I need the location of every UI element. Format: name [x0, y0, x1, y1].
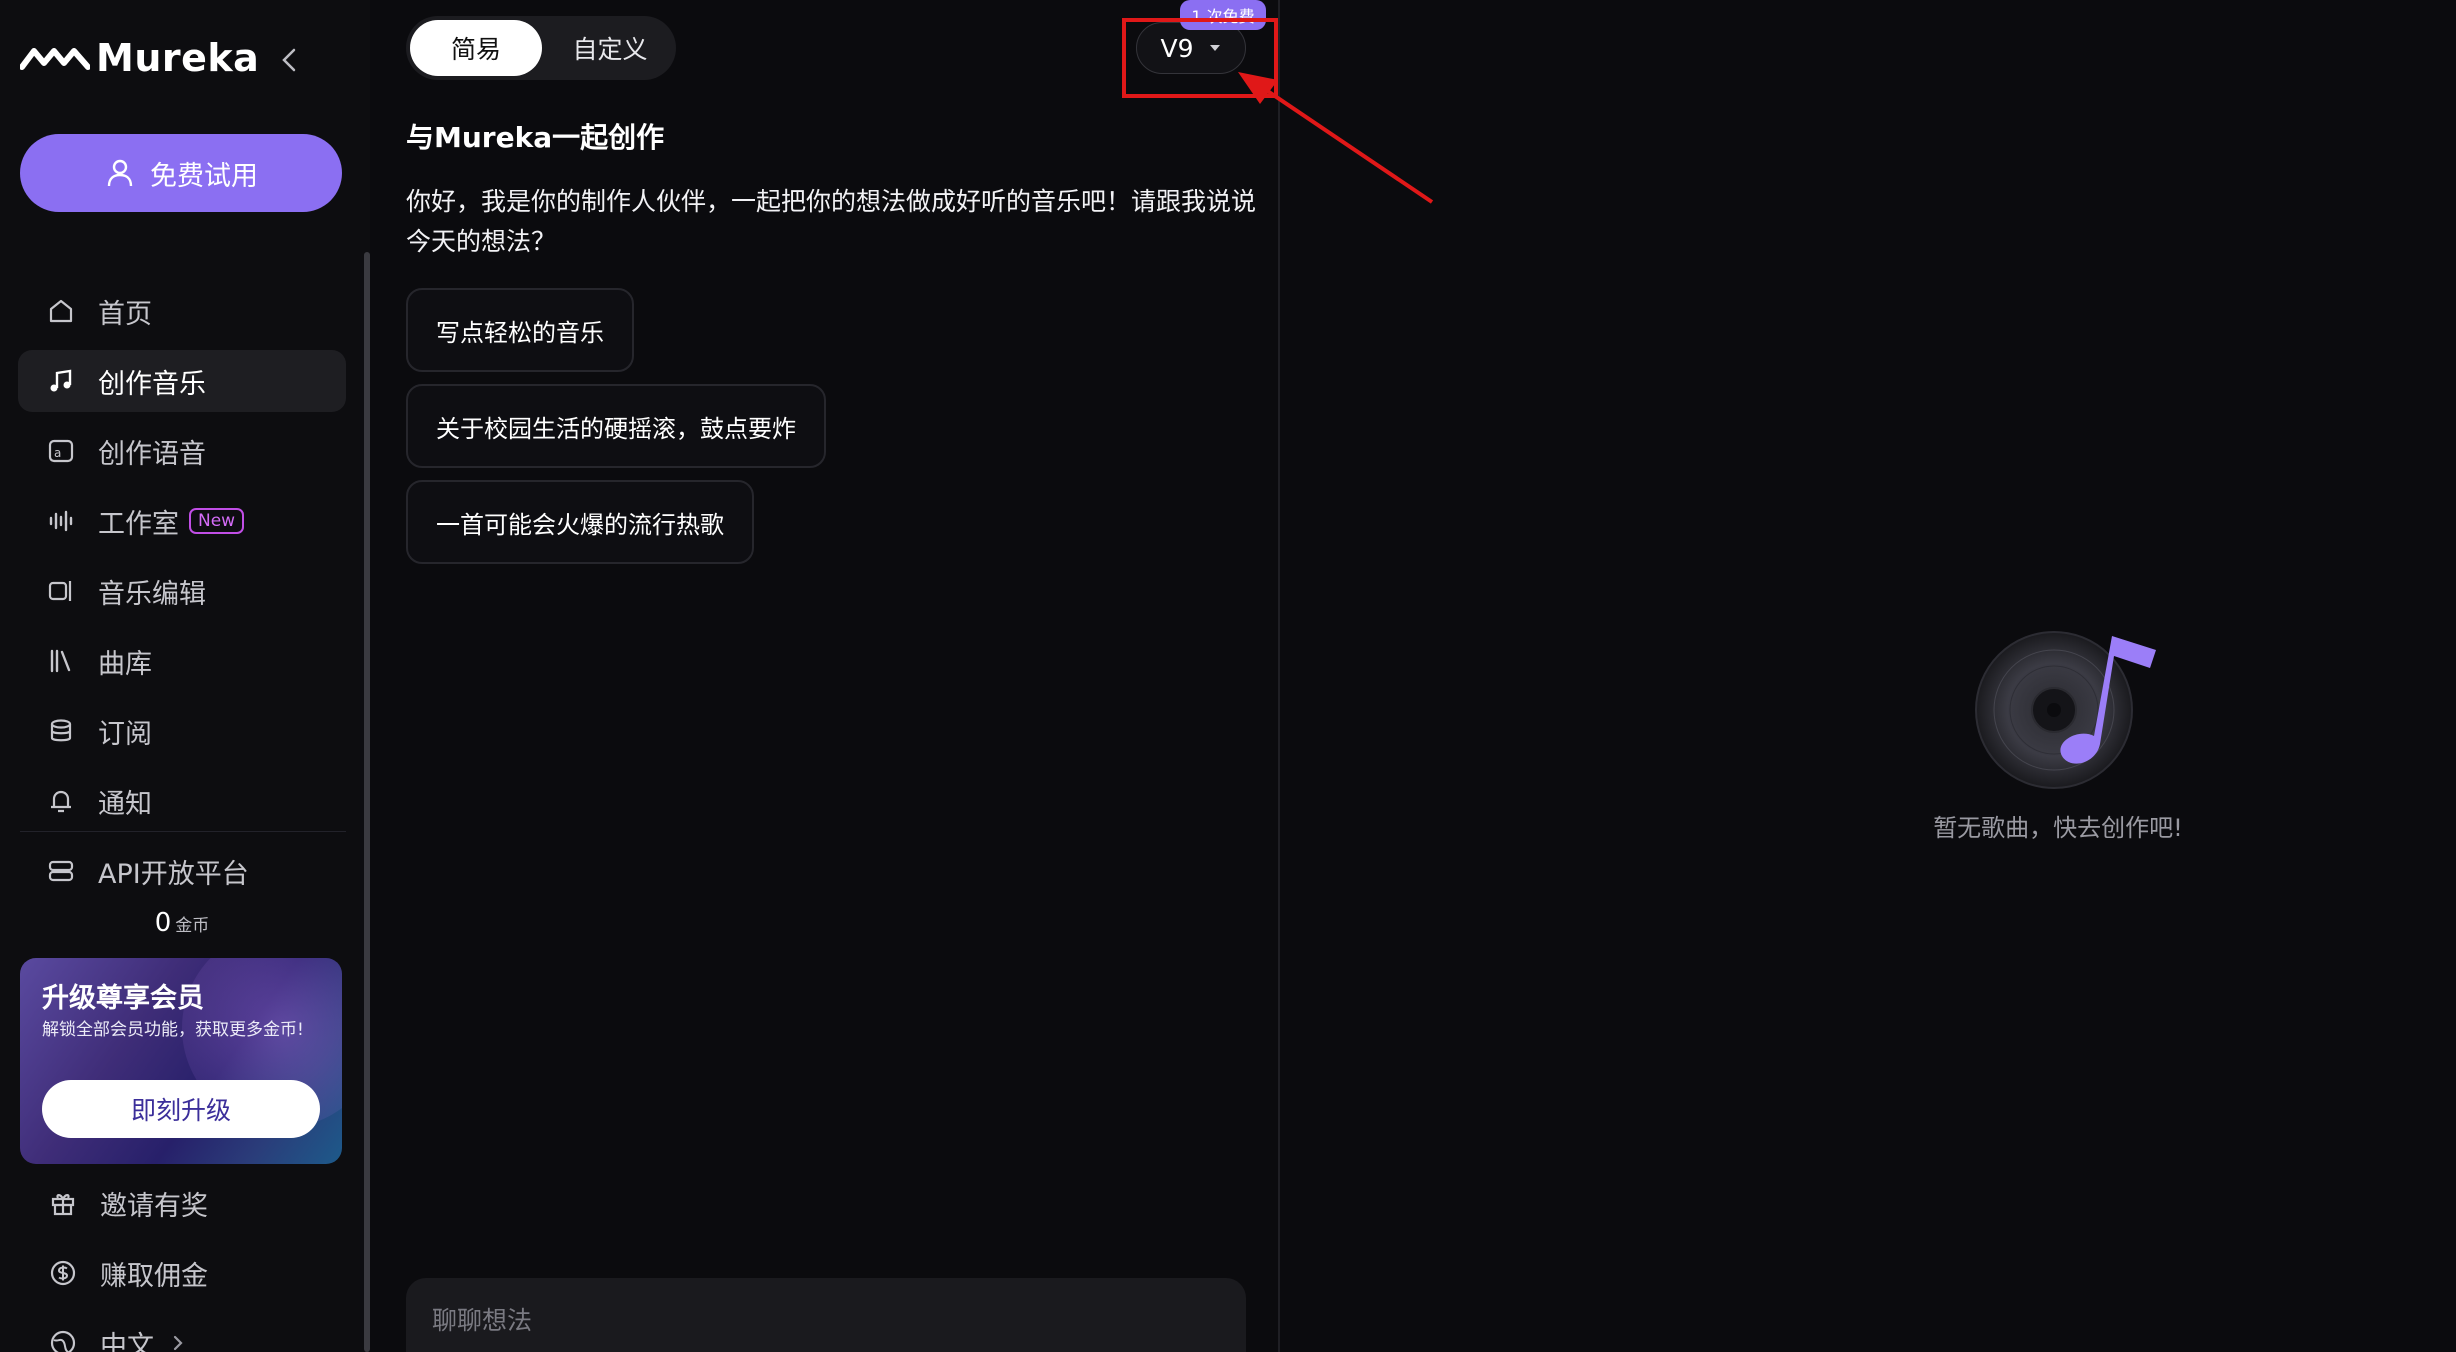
sidebar-item-create-music[interactable]: 创作音乐 — [18, 350, 346, 412]
sidebar-item-music-edit[interactable]: 音乐编辑 — [18, 560, 346, 622]
logo-text: Mureka — [96, 36, 260, 80]
sidebar-item-label: 音乐编辑 — [98, 578, 206, 610]
collapse-sidebar-button[interactable] — [274, 42, 304, 78]
free-trial-button[interactable]: 免费试用 — [20, 134, 342, 212]
language-label: 中文 — [100, 1330, 154, 1352]
song-list-panel: 暂无歌曲，快去创作吧! — [1282, 0, 2456, 1352]
sidebar-item-label: 工作室 — [98, 508, 179, 540]
sidebar-item-label: 通知 — [98, 788, 152, 820]
chat-panel: 简易 自定义 V9 1 次免费 与Mureka一起创作 你好，我是你的制作人伙伴… — [370, 0, 1280, 1352]
music-note-icon — [50, 369, 72, 392]
sidebar-bottom-nav: 邀请有奖 赚取佣金 中文 — [18, 1172, 346, 1352]
sidebar-item-earn-commission[interactable]: 赚取佣金 — [18, 1242, 346, 1304]
suggestion-chip[interactable]: 写点轻松的音乐 — [406, 288, 634, 372]
sidebar-item-api[interactable]: API开放平台 — [18, 840, 346, 902]
coin-count: 0 — [154, 908, 172, 938]
sidebar-item-label: 曲库 — [98, 648, 152, 680]
sidebar-item-label: 邀请有奖 — [100, 1190, 208, 1222]
api-icon — [48, 860, 74, 882]
studio-waveform-icon — [49, 510, 73, 532]
vinyl-music-icon — [1975, 631, 2156, 789]
sidebar-item-label: 赚取佣金 — [100, 1260, 208, 1292]
upgrade-title: 升级尊享会员 — [42, 983, 204, 1014]
chevron-left-icon — [282, 48, 296, 72]
bell-icon — [51, 790, 71, 813]
gift-icon — [51, 1194, 75, 1216]
chat-input-box — [406, 1278, 1246, 1352]
chat-input[interactable] — [432, 1298, 1132, 1342]
new-badge: New — [189, 508, 245, 534]
sidebar-item-create-voice[interactable]: a 创作语音 — [18, 420, 346, 482]
suggestion-chip[interactable]: 一首可能会火爆的流行热歌 — [406, 480, 754, 564]
sidebar-item-label: 订阅 — [98, 718, 152, 750]
mureka-logo-icon — [20, 48, 90, 70]
free-trial-label: 免费试用 — [150, 160, 258, 192]
sidebar-item-label: 首页 — [98, 298, 152, 330]
subscription-icon — [50, 719, 72, 742]
logo[interactable]: Mureka — [20, 36, 259, 80]
coin-unit: 金币 — [175, 916, 210, 936]
svg-text:a: a — [54, 446, 61, 460]
upgrade-card: 升级尊享会员 解锁全部会员功能，获取更多金币! 即刻升级 — [20, 958, 342, 1164]
sidebar-item-subscription[interactable]: 订阅 — [18, 700, 346, 762]
dollar-icon — [50, 1260, 76, 1286]
chat-title: 与Mureka一起创作 — [406, 121, 665, 154]
sidebar-item-home[interactable]: 首页 — [18, 280, 346, 342]
mode-toggle: 简易 自定义 — [406, 16, 676, 80]
sidebar-divider — [20, 831, 346, 832]
mode-simple-tab[interactable]: 简易 — [410, 20, 542, 76]
sidebar: Mureka 免费试用 首页 创作音乐 a 创作语音 工作室 New 音乐编辑 — [0, 0, 370, 1352]
coin-balance: 0 金币 — [0, 908, 364, 938]
home-icon — [49, 299, 73, 323]
sidebar-item-invite[interactable]: 邀请有奖 — [18, 1172, 346, 1234]
sidebar-item-label: 创作音乐 — [98, 368, 206, 400]
sidebar-item-notifications[interactable]: 通知 — [18, 770, 346, 832]
language-selector[interactable]: 中文 — [18, 1312, 346, 1352]
library-icon — [50, 649, 71, 673]
annotation-arrow — [1238, 72, 1434, 204]
voice-icon: a — [48, 439, 74, 463]
suggestion-chip[interactable]: 关于校园生活的硬摇滚，鼓点要炸 — [406, 384, 826, 468]
chevron-right-icon — [173, 1335, 183, 1351]
sidebar-item-studio[interactable]: 工作室 New — [18, 490, 346, 552]
empty-state-text: 暂无歌曲，快去创作吧! — [1933, 814, 2183, 842]
sidebar-item-label: API开放平台 — [98, 858, 249, 890]
sidebar-item-library[interactable]: 曲库 — [18, 630, 346, 692]
suggestion-list: 写点轻松的音乐 关于校园生活的硬摇滚，鼓点要炸 一首可能会火爆的流行热歌 — [406, 288, 826, 576]
mode-custom-tab[interactable]: 自定义 — [548, 20, 672, 76]
sidebar-nav: 首页 创作音乐 a 创作语音 工作室 New 音乐编辑 曲库 订阅 通知 — [18, 280, 346, 840]
chat-intro-message: 你好，我是你的制作人伙伴，一起把你的想法做成好听的音乐吧！请跟我说说今天的想法？ — [406, 187, 1257, 256]
user-icon — [107, 159, 133, 187]
upgrade-description: 解锁全部会员功能，获取更多金币! — [42, 1020, 304, 1040]
globe-icon — [50, 1330, 76, 1352]
sidebar-item-label: 创作语音 — [98, 438, 206, 470]
upgrade-now-button[interactable]: 即刻升级 — [42, 1080, 320, 1138]
music-edit-icon — [48, 581, 72, 601]
